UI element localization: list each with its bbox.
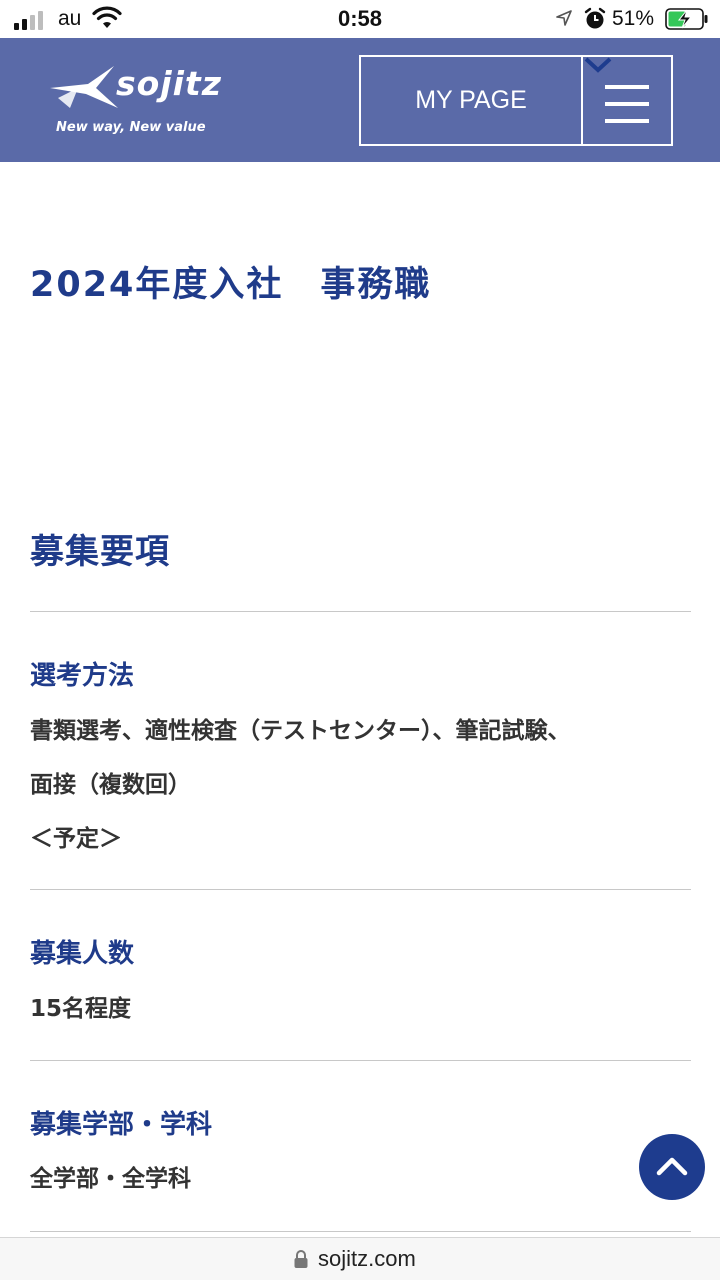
back-to-top-button[interactable]: [639, 1134, 705, 1200]
item-label-headcount: 募集人数: [30, 939, 135, 969]
page-title: 2024年度入社 事務職: [30, 265, 432, 305]
chevron-down-icon: [584, 57, 612, 73]
item-text-faculty: 全学部・全学科: [30, 1166, 191, 1192]
alarm-icon: [584, 7, 606, 29]
item-text-selection-method-line3: ＜予定＞: [30, 826, 122, 852]
browser-url-bar[interactable]: sojitz.com: [0, 1237, 720, 1280]
site-header: sojitz New way, New value MY PAGE: [0, 38, 720, 162]
url-text: sojitz.com: [318, 1246, 416, 1271]
divider: [30, 1231, 691, 1232]
section-title: 募集要項: [30, 532, 170, 572]
battery-percent: 51%: [612, 7, 655, 30]
lock-icon: [294, 1250, 308, 1268]
divider: [30, 889, 691, 890]
logo-mark-icon: [50, 66, 118, 108]
logo-tagline: New way, New value: [56, 120, 206, 135]
divider: [30, 1060, 691, 1061]
status-bar: au 0:58 51%: [0, 0, 720, 38]
divider: [30, 611, 691, 612]
mypage-label: MY PAGE: [415, 86, 527, 114]
item-label-selection-method: 選考方法: [30, 661, 135, 691]
item-text-selection-method-line1: 書類選考、適性検査（テストセンター）、筆記試験、: [30, 718, 571, 744]
logo-wordmark: sojitz: [116, 64, 222, 103]
item-label-faculty: 募集学部・学科: [30, 1110, 213, 1140]
chevron-up-icon: [656, 1157, 688, 1176]
sojitz-logo[interactable]: sojitz New way, New value: [48, 60, 248, 142]
item-text-headcount: 15名程度: [30, 996, 132, 1022]
item-text-selection-method-line2: 面接（複数回）: [30, 772, 191, 798]
battery-charging-icon: [665, 8, 708, 30]
mypage-button[interactable]: MY PAGE: [359, 55, 581, 146]
location-arrow-icon: [556, 10, 572, 26]
